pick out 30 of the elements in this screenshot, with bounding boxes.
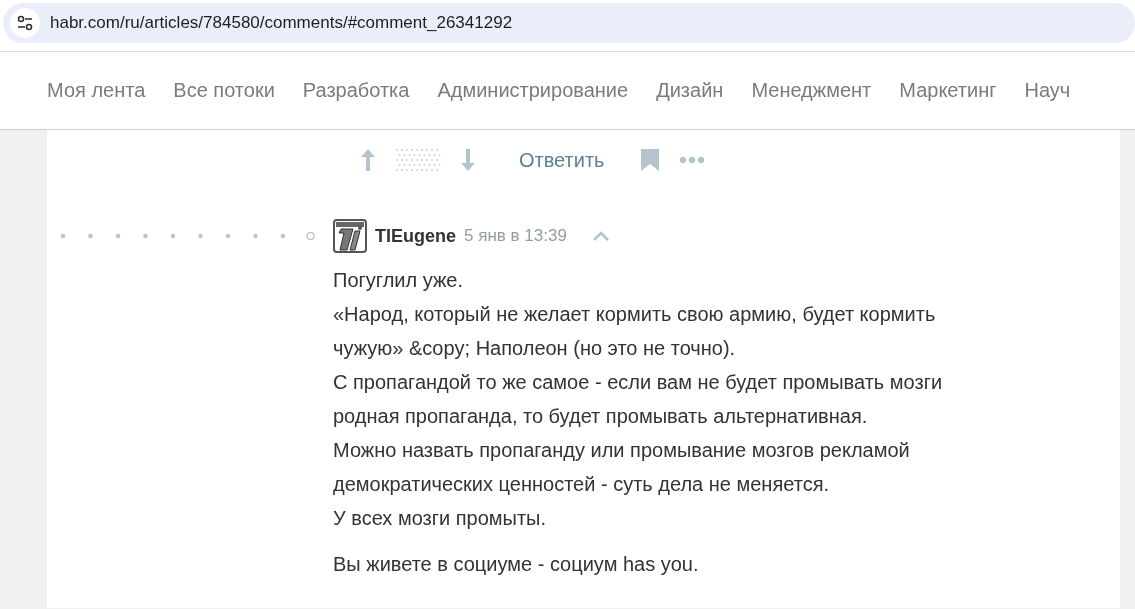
author-name[interactable]: TIEugene [375,225,456,247]
address-bar[interactable]: habr.com/ru/articles/784580/comments/#comment_26341292 [3,3,1135,43]
upvote-icon[interactable] [361,149,375,171]
nav-link[interactable]: Дизайн [656,79,724,102]
comment-line: чужую» &copy; Наполеон (но это не точно). [333,336,737,361]
comment-time[interactable]: 5 янв в 13:39 [464,226,567,246]
downvote-icon[interactable] [461,149,475,171]
comment-line: Можно назвать пропаганду или промывание мозгов рекламой [333,438,911,463]
comment-line: родная пропаганда, то будет промывать альтернативная. [333,404,869,429]
comment-line: демократических ценностей - суть дела не меняется. [333,472,830,497]
nav-link[interactable]: Менеджмент [751,79,872,102]
comment-line: С пропагандой то же самое - если вам не будет промывать мозги [333,370,944,395]
nav-link[interactable]: Науч [1024,79,1071,102]
avatar-icon[interactable] [333,219,367,253]
comment-line: «Народ, который не желает кормить свою армию, будет кормить [333,302,937,327]
more-icon[interactable] [678,156,705,164]
nav-link[interactable]: Моя лента [47,79,146,102]
collapse-caret-icon[interactable] [592,231,609,241]
nav-link[interactable]: Администрирование [437,79,629,102]
hidden-rating-icon [395,148,441,172]
comment-paragraph: Вы живете в социуме - социум has you. [333,552,700,577]
nav-link[interactable]: Разработка [302,79,410,102]
bookmark-icon[interactable] [640,149,659,171]
comment-line: У всех мозги промыты. [333,506,548,531]
url-text: habr.com/ru/articles/784580/comments/#comment_26341292 [50,13,513,33]
nav-link[interactable]: Все потоки [173,79,275,102]
nav-link[interactable]: Маркетинг [899,79,997,102]
reply-link[interactable]: Ответить [519,148,605,172]
comment-line: Погуглил уже. [333,268,464,293]
site-settings-icon[interactable] [16,14,34,32]
